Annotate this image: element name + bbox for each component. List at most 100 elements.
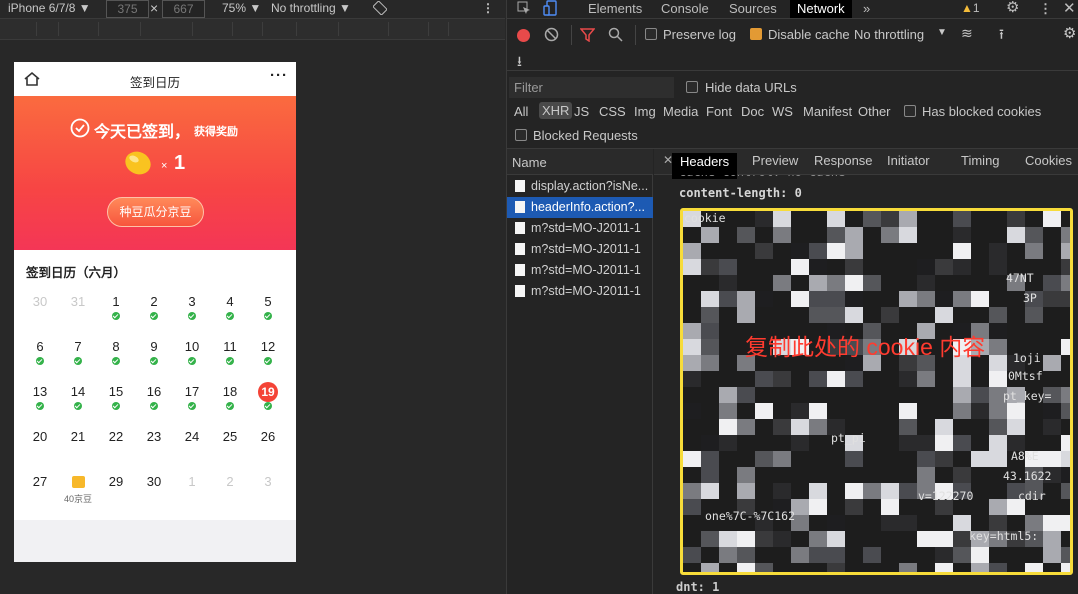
calendar-day[interactable]: 30 — [21, 294, 59, 309]
tab-network[interactable]: Network — [790, 0, 852, 18]
calendar-day[interactable]: 7 — [59, 339, 97, 354]
request-row[interactable]: m?std=MO-J2011-1 — [507, 281, 653, 302]
record-icon[interactable] — [517, 29, 530, 42]
type-filter-manifest[interactable]: Manifest — [803, 104, 852, 119]
calendar-day[interactable]: 13 — [21, 384, 59, 399]
calendar-day[interactable]: 29 — [97, 474, 135, 489]
throttling-select[interactable]: No throttling — [854, 27, 924, 42]
hide-data-urls-checkbox[interactable] — [686, 81, 698, 93]
blocked-requests-checkbox[interactable] — [515, 129, 527, 141]
type-filter-doc[interactable]: Doc — [741, 104, 764, 119]
device-select[interactable]: iPhone 6/7/8 ▼ — [8, 0, 91, 17]
calendar-day[interactable]: 8 — [97, 339, 135, 354]
kebab-icon[interactable]: ⋮ — [1039, 0, 1052, 18]
calendar-day[interactable]: 3 — [249, 474, 287, 489]
upload-icon[interactable]: ⭱ — [999, 24, 1004, 48]
zoom-select[interactable]: 75% ▼ — [222, 0, 261, 17]
calendar-day[interactable]: 5 — [249, 294, 287, 309]
dropdown-arrow-icon[interactable]: ▼ — [937, 27, 947, 38]
calendar-day[interactable]: 26 — [249, 429, 287, 444]
more-tabs-icon[interactable]: » — [863, 0, 870, 18]
height-input[interactable]: 667 — [162, 0, 205, 18]
request-row[interactable]: headerInfo.action?... — [507, 197, 653, 218]
calendar-day[interactable]: 15 — [97, 384, 135, 399]
calendar-day[interactable]: 30 — [135, 474, 173, 489]
request-row[interactable]: m?std=MO-J2011-1 — [507, 239, 653, 260]
banner-subtitle: 获得奖励 — [194, 126, 238, 138]
wifi-icon[interactable]: ≋ — [961, 25, 973, 42]
search-icon[interactable] — [608, 27, 623, 45]
content-length-header: content-length: 0 — [679, 186, 802, 200]
signed-check-icon — [36, 357, 44, 365]
throttle-select[interactable]: No throttling ▼ — [271, 0, 351, 17]
calendar-day[interactable]: 20 — [21, 429, 59, 444]
preserve-log-checkbox[interactable] — [645, 28, 657, 40]
filter-input[interactable]: Filter — [509, 77, 674, 98]
calendar-day[interactable]: 22 — [97, 429, 135, 444]
close-icon[interactable]: ✕ — [1063, 0, 1076, 18]
calendar-day[interactable]: 1 — [173, 474, 211, 489]
calendar-day[interactable]: 16 — [135, 384, 173, 399]
type-filter-font[interactable]: Font — [706, 104, 732, 119]
device-more-icon[interactable]: ⋮ — [482, 0, 494, 17]
request-row[interactable]: display.action?isNe... — [507, 176, 653, 197]
devtools-panel: Elements Console Sources Network » ▲1 ⚙ … — [506, 0, 1078, 594]
request-row[interactable]: m?std=MO-J2011-1 — [507, 218, 653, 239]
detail-tab-timing[interactable]: Timing — [961, 153, 1000, 168]
calendar-day[interactable]: 27 — [21, 474, 59, 489]
request-name: m?std=MO-J2011-1 — [531, 263, 641, 277]
detail-tab-initiator[interactable]: Initiator — [887, 153, 930, 168]
disable-cache-checkbox[interactable] — [750, 28, 762, 40]
calendar-day[interactable]: 6 — [21, 339, 59, 354]
clear-icon[interactable] — [544, 27, 559, 45]
calendar-day[interactable]: 1 — [97, 294, 135, 309]
inspect-icon[interactable] — [517, 1, 531, 18]
device-toggle-icon[interactable] — [543, 0, 557, 19]
calendar-day[interactable]: 3 — [173, 294, 211, 309]
calendar-day[interactable]: 31 — [59, 294, 97, 309]
calendar-day[interactable]: 23 — [135, 429, 173, 444]
network-toolbar: Preserve log Disable cache No throttling… — [507, 19, 1078, 71]
calendar-day[interactable]: 14 — [59, 384, 97, 399]
settings-icon[interactable]: ⚙ — [1006, 0, 1019, 17]
tab-console[interactable]: Console — [661, 0, 709, 18]
detail-tab-cookies[interactable]: Cookies — [1025, 153, 1072, 168]
type-filter-xhr[interactable]: XHR — [539, 102, 573, 119]
type-filter-ws[interactable]: WS — [772, 104, 793, 119]
calendar-day[interactable]: 10 — [173, 339, 211, 354]
calendar-day[interactable]: 4 — [211, 294, 249, 309]
calendar-day[interactable]: 17 — [173, 384, 211, 399]
name-column-header[interactable]: Name — [512, 155, 547, 170]
tab-elements[interactable]: Elements — [588, 0, 642, 18]
calendar: 签到日历（六月） 30 31 1 2 3 4 5 6 7 8 9 10 11 12 13 14 15 16 17 18… — [14, 250, 296, 532]
calendar-day[interactable]: 24 — [173, 429, 211, 444]
request-row[interactable]: m?std=MO-J2011-1 — [507, 260, 653, 281]
calendar-day[interactable]: 18 — [211, 384, 249, 399]
type-filter-css[interactable]: CSS — [599, 104, 626, 119]
cta-button[interactable]: 种豆瓜分京豆 — [107, 197, 204, 227]
more-icon[interactable]: ··· — [270, 67, 288, 84]
network-settings-icon[interactable]: ⚙ — [1063, 24, 1076, 42]
calendar-day[interactable]: 2 — [211, 474, 249, 489]
tab-sources[interactable]: Sources — [729, 0, 777, 18]
detail-tab-response[interactable]: Response — [814, 153, 873, 168]
width-input[interactable]: 375 — [106, 0, 149, 18]
filter-icon[interactable] — [579, 28, 596, 45]
type-filter-all[interactable]: All — [514, 104, 528, 119]
calendar-day[interactable]: 12 — [249, 339, 287, 354]
type-filter-other[interactable]: Other — [858, 104, 891, 119]
detail-tab-preview[interactable]: Preview — [752, 153, 798, 168]
type-filter-img[interactable]: Img — [634, 104, 656, 119]
calendar-day[interactable]: 19 — [249, 382, 287, 402]
calendar-day[interactable]: 25 — [211, 429, 249, 444]
calendar-day[interactable]: 2 — [135, 294, 173, 309]
calendar-day[interactable]: 40京豆 — [59, 474, 97, 505]
dnt-header: dnt: 1 — [676, 580, 720, 594]
warning-badge[interactable]: ▲1 — [961, 0, 980, 18]
calendar-day[interactable]: 11 — [211, 339, 249, 354]
calendar-day[interactable]: 21 — [59, 429, 97, 444]
has-blocked-checkbox[interactable] — [904, 105, 916, 117]
calendar-day[interactable]: 9 — [135, 339, 173, 354]
type-filter-js[interactable]: JS — [574, 104, 589, 119]
type-filter-media[interactable]: Media — [663, 104, 698, 119]
